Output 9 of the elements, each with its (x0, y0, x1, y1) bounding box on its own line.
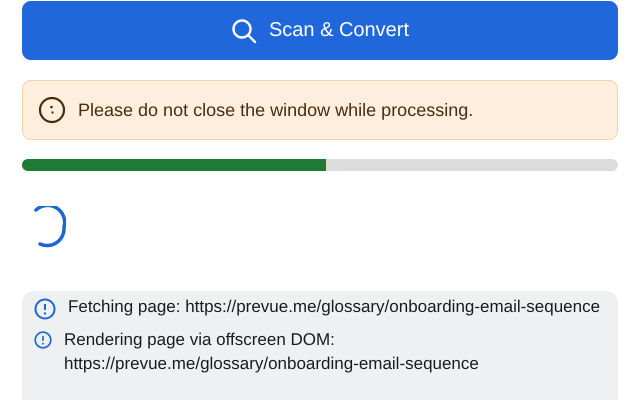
search-icon (230, 18, 257, 44)
log-message: Fetching page: https://prevue.me/glossary/onboarding-email-sequence (68, 296, 600, 318)
log-message: Rendering page via offscreen DOM: https://prevue.me/glossary/onboarding-email-sequence (64, 329, 480, 375)
info-icon (34, 298, 56, 320)
face-icon (38, 96, 66, 124)
scan-convert-button[interactable]: Scan & Convert (22, 1, 618, 60)
info-icon (34, 331, 52, 349)
warning-text: Please do not close the window while processing. (78, 100, 474, 120)
loading-spinner-icon (34, 206, 66, 248)
